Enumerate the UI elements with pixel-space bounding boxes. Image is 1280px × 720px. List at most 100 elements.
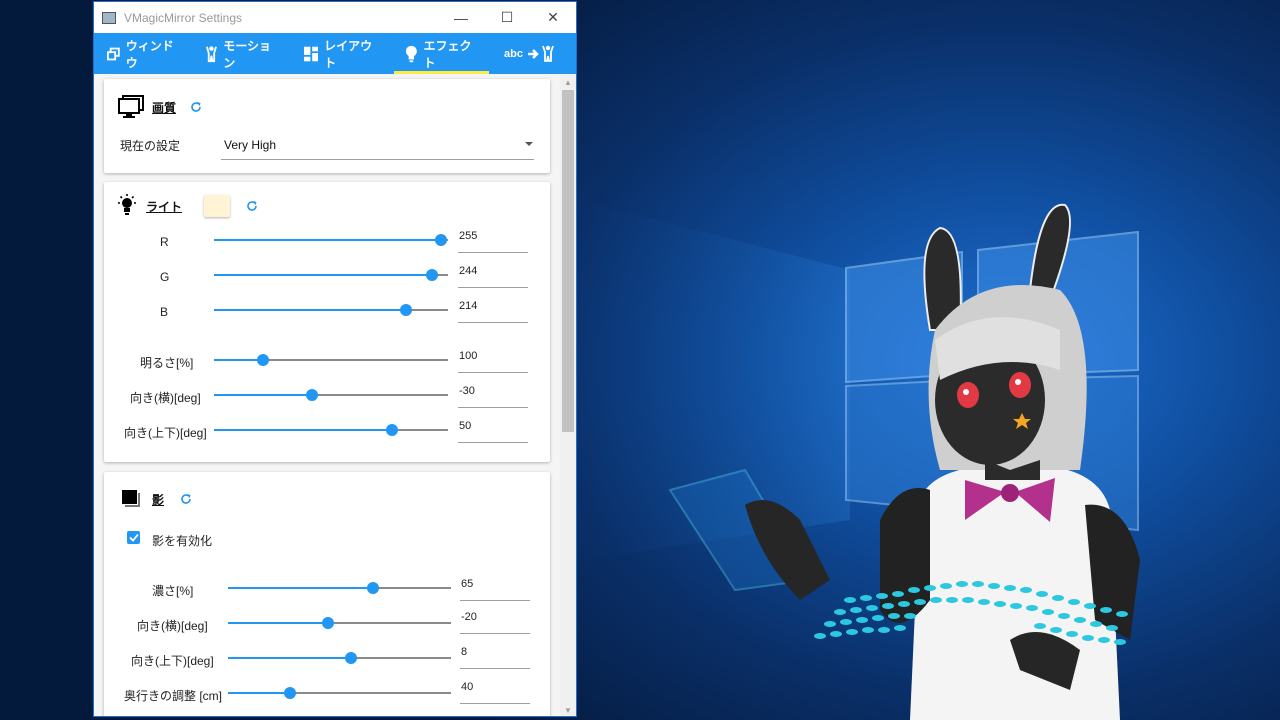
shadow-enable-checkbox[interactable] xyxy=(127,531,140,544)
lightbulb-icon xyxy=(405,45,417,62)
light-pitch-input[interactable]: 50 xyxy=(458,420,528,443)
shadow-header: 影 xyxy=(122,490,192,508)
light-brightness-input[interactable]: 100 xyxy=(458,350,528,373)
light-pitch-label: 向き(上下)[deg] xyxy=(124,426,207,440)
vertical-scrollbar[interactable]: ▲ ▼ xyxy=(560,74,576,716)
quality-select-value: Very High xyxy=(224,138,277,152)
light-g-value: 244 xyxy=(459,265,478,277)
shadow-yaw-label: 向き(横)[deg] xyxy=(137,619,208,633)
light-reset-icon[interactable] xyxy=(246,200,258,212)
light-r-input[interactable]: 255 xyxy=(458,230,528,253)
shadow-strength-value: 65 xyxy=(461,578,474,590)
shadow-pitch-slider[interactable] xyxy=(228,651,451,665)
light-yaw-label: 向き(横)[deg] xyxy=(130,391,201,405)
shadow-yaw-input[interactable]: -20 xyxy=(460,611,530,634)
light-pitch-slider[interactable] xyxy=(214,423,448,437)
quality-title: 画質 xyxy=(152,100,177,115)
close-button[interactable]: ✕ xyxy=(530,2,576,33)
close-icon: ✕ xyxy=(547,9,559,25)
shadow-pitch-value: 8 xyxy=(461,646,468,658)
light-b-input[interactable]: 214 xyxy=(458,300,528,323)
scroll-thumb[interactable] xyxy=(562,90,574,432)
shadow-title: 影 xyxy=(152,492,165,507)
slider-thumb[interactable] xyxy=(306,389,319,401)
light-pitch-value: 50 xyxy=(459,420,472,432)
shadow-depth-slider[interactable] xyxy=(228,686,451,700)
light-b-slider[interactable] xyxy=(214,303,448,317)
shadow-depth-label: 奥行きの調整 [cm] xyxy=(124,689,222,703)
shadow-depth-input[interactable]: 40 xyxy=(460,681,530,704)
maximize-icon: ☐ xyxy=(500,9,514,25)
window-icon xyxy=(107,47,120,60)
tab-effect[interactable]: エフェクト xyxy=(392,33,491,74)
tab-bar: ウィンドウ モーション レイアウト エフェクト abc xyxy=(94,33,576,74)
slider-thumb[interactable] xyxy=(434,234,447,246)
light-g-input[interactable]: 244 xyxy=(458,265,528,288)
light-yaw-slider[interactable] xyxy=(214,388,448,402)
light-g-slider[interactable] xyxy=(214,268,448,282)
light-r-value: 255 xyxy=(459,230,478,242)
tab-motion[interactable]: モーション xyxy=(193,33,290,74)
layout-icon xyxy=(303,46,319,61)
tab-window-label: ウィンドウ xyxy=(125,38,174,70)
slider-thumb[interactable] xyxy=(284,687,297,699)
title-bar[interactable]: VMagicMirror Settings — ☐ ✕ xyxy=(94,2,576,33)
shadow-pitch-input[interactable]: 8 xyxy=(460,646,530,669)
quality-header: 画質 xyxy=(118,95,202,119)
light-b-value: 214 xyxy=(459,300,478,312)
slider-thumb[interactable] xyxy=(366,582,379,594)
tab-window[interactable]: ウィンドウ xyxy=(94,33,193,74)
minimize-icon: — xyxy=(454,9,468,26)
light-brightness-slider[interactable] xyxy=(214,353,448,367)
avatar-character xyxy=(668,203,1140,720)
shadow-depth-value: 40 xyxy=(461,681,474,693)
settings-window: VMagicMirror Settings — ☐ ✕ ウィンドウ モーション … xyxy=(93,1,577,717)
app-icon xyxy=(102,11,116,24)
quality-setting-label: 現在の設定 xyxy=(120,139,181,153)
person-icon xyxy=(206,45,218,62)
checkmark-icon xyxy=(128,533,139,542)
light-r-label: R xyxy=(160,235,169,249)
shadow-pitch-label: 向き(上下)[deg] xyxy=(131,654,214,668)
shadow-yaw-slider[interactable] xyxy=(228,616,451,630)
slider-thumb[interactable] xyxy=(385,424,398,436)
scroll-up-icon[interactable]: ▲ xyxy=(560,74,576,90)
shadow-strength-slider[interactable] xyxy=(228,581,451,595)
shadow-reset-icon[interactable] xyxy=(180,493,192,505)
tab-layout-label: レイアウト xyxy=(324,38,373,70)
quality-reset-icon[interactable] xyxy=(190,101,202,113)
shadow-yaw-value: -20 xyxy=(461,611,477,623)
settings-content: 画質 現在の設定 Very High ライト R 255 G 244 B 214… xyxy=(94,74,560,716)
light-brightness-label: 明るさ[%] xyxy=(140,356,194,370)
light-card: ライト R 255 G 244 B 214 明るさ[%] 100 向き(横)[d… xyxy=(104,182,550,462)
text-to-motion-icon xyxy=(527,45,554,62)
scroll-down-icon[interactable]: ▼ xyxy=(560,702,576,716)
quality-card: 画質 現在の設定 Very High xyxy=(104,79,550,173)
light-color-swatch[interactable] xyxy=(204,195,231,217)
shadow-enable-label: 影を有効化 xyxy=(152,534,213,548)
slider-thumb[interactable] xyxy=(257,354,270,366)
tab-word-to-motion-label: abc xyxy=(504,47,523,60)
light-b-label: B xyxy=(160,305,169,319)
window-title: VMagicMirror Settings xyxy=(124,10,243,25)
light-yaw-input[interactable]: -30 xyxy=(458,385,528,408)
maximize-button[interactable]: ☐ xyxy=(484,2,530,33)
shadow-strength-label: 濃さ[%] xyxy=(152,584,194,598)
slider-thumb[interactable] xyxy=(322,617,335,629)
slider-thumb[interactable] xyxy=(344,652,357,664)
lightbulb-icon xyxy=(118,194,136,215)
slider-thumb[interactable] xyxy=(425,269,438,281)
light-yaw-value: -30 xyxy=(459,385,475,397)
shadow-strength-input[interactable]: 65 xyxy=(460,578,530,601)
light-header: ライト xyxy=(116,194,258,218)
tab-layout[interactable]: レイアウト xyxy=(291,33,392,74)
light-r-slider[interactable] xyxy=(214,233,448,247)
minimize-button[interactable]: — xyxy=(438,2,484,33)
chevron-down-icon xyxy=(525,142,533,146)
monitor-icon xyxy=(118,95,144,118)
tab-word-to-motion[interactable]: abc xyxy=(491,33,576,74)
shadow-icon xyxy=(122,490,140,507)
light-g-label: G xyxy=(160,270,170,284)
slider-thumb[interactable] xyxy=(399,304,412,316)
light-title: ライト xyxy=(146,199,183,214)
